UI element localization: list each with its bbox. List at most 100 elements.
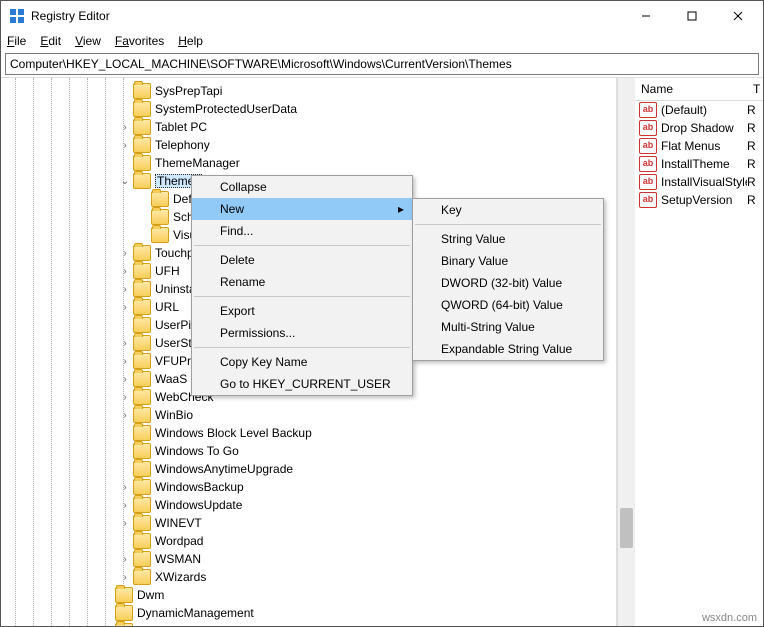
tree-item[interactable]: SystemProtectedUserData	[119, 100, 616, 118]
expand-icon[interactable]: ›	[119, 391, 131, 403]
tree-item-label[interactable]: WSMAN	[155, 552, 201, 566]
menu-item[interactable]: Export	[192, 300, 412, 322]
tree-item-label[interactable]: WindowsUpdate	[155, 498, 242, 512]
menu-item[interactable]: Go to HKEY_CURRENT_USER	[192, 373, 412, 395]
menu-item[interactable]: Multi-String Value	[413, 316, 603, 338]
maximize-button[interactable]	[669, 1, 715, 31]
address-bar[interactable]: Computer\HKEY_LOCAL_MACHINE\SOFTWARE\Mic…	[5, 53, 759, 75]
expand-icon[interactable]	[137, 211, 149, 223]
header-type[interactable]: T	[753, 82, 760, 96]
value-row[interactable]: InstallVisualStyleR	[635, 173, 763, 191]
expand-icon[interactable]: ›	[119, 337, 131, 349]
tree-item-label[interactable]: Windows Block Level Backup	[155, 426, 312, 440]
tree-item-label[interactable]: SysPrepTapi	[155, 84, 222, 98]
expand-icon[interactable]: ›	[119, 301, 131, 313]
tree-item-label[interactable]: Windows To Go	[155, 444, 239, 458]
tree-item[interactable]: Dwm	[101, 586, 616, 604]
tree-item[interactable]: › WindowsUpdate	[119, 496, 616, 514]
expand-icon[interactable]	[119, 319, 131, 331]
tree-item-label[interactable]: DynamicManagement	[137, 606, 254, 620]
tree-item[interactable]: Wordpad	[119, 532, 616, 550]
expand-icon[interactable]	[101, 589, 113, 601]
menu-favorites[interactable]: Favorites	[115, 34, 164, 48]
tree-item[interactable]: ›XWizards	[119, 568, 616, 586]
expand-icon[interactable]: ›	[119, 553, 131, 565]
tree-item[interactable]: DynamicManagement	[101, 604, 616, 622]
tree-item[interactable]: › Tablet PC	[119, 118, 616, 136]
expand-icon[interactable]: ⌄	[119, 175, 131, 187]
menu-item[interactable]: Collapse	[192, 176, 412, 198]
value-row[interactable]: InstallThemeR	[635, 155, 763, 173]
tree-item[interactable]: Windows Block Level Backup	[119, 424, 616, 442]
expand-icon[interactable]: ›	[119, 247, 131, 259]
tree-item[interactable]: WindowsAnytimeUpgrade	[119, 460, 616, 478]
menu-item[interactable]: Rename	[192, 271, 412, 293]
menu-item[interactable]: DWORD (32-bit) Value	[413, 272, 603, 294]
expand-icon[interactable]: ›	[119, 499, 131, 511]
menu-view[interactable]: View	[75, 34, 101, 48]
menu-item[interactable]: QWORD (64-bit) Value	[413, 294, 603, 316]
close-button[interactable]	[715, 1, 761, 31]
expand-icon[interactable]: ›	[119, 139, 131, 151]
value-row[interactable]: SetupVersionR	[635, 191, 763, 209]
expand-icon[interactable]	[119, 427, 131, 439]
value-row[interactable]: Flat MenusR	[635, 137, 763, 155]
tree-item[interactable]: › Telephony	[119, 136, 616, 154]
expand-icon[interactable]	[137, 229, 149, 241]
expand-icon[interactable]	[119, 535, 131, 547]
tree-item[interactable]: › WindowsBackup	[119, 478, 616, 496]
expand-icon[interactable]	[119, 103, 131, 115]
expand-icon[interactable]	[119, 157, 131, 169]
expand-icon[interactable]: ›	[119, 265, 131, 277]
expand-icon[interactable]: ›	[119, 121, 131, 133]
menu-help[interactable]: Help	[178, 34, 203, 48]
expand-icon[interactable]: ›	[119, 517, 131, 529]
menu-item[interactable]: Find...	[192, 220, 412, 242]
menu-item[interactable]: Permissions...	[192, 322, 412, 344]
expand-icon[interactable]	[119, 85, 131, 97]
tree-item-label[interactable]: UFH	[155, 264, 180, 278]
expand-icon[interactable]	[119, 445, 131, 457]
tree-item-label[interactable]: WindowsBackup	[155, 480, 244, 494]
expand-icon[interactable]: ›	[119, 571, 131, 583]
tree-item-label[interactable]: Dwm	[137, 588, 164, 602]
values-header[interactable]: Name T	[635, 78, 763, 101]
expand-icon[interactable]: ›	[119, 355, 131, 367]
tree-item[interactable]: › WINEVT	[119, 514, 616, 532]
tree-item-label[interactable]: WinBio	[155, 408, 193, 422]
menu-file[interactable]: File	[7, 34, 26, 48]
menu-item[interactable]: String Value	[413, 228, 603, 250]
tree-item[interactable]: SysPrepTapi	[119, 82, 616, 100]
expand-icon[interactable]	[101, 607, 113, 619]
expand-icon[interactable]: ›	[119, 373, 131, 385]
menu-item[interactable]: Expandable String Value	[413, 338, 603, 360]
scrollbar-thumb[interactable]	[620, 508, 633, 548]
tree-scrollbar[interactable]	[617, 78, 635, 626]
expand-icon[interactable]	[119, 463, 131, 475]
tree-item[interactable]: ›EnterpriseResourceManager	[101, 622, 616, 626]
tree-item[interactable]: › WinBio	[119, 406, 616, 424]
menu-item[interactable]: New▸	[192, 198, 412, 220]
tree-item-label[interactable]: WINEVT	[155, 516, 202, 530]
tree-item-label[interactable]: EnterpriseResourceManager	[137, 624, 290, 626]
expand-icon[interactable]: ›	[119, 283, 131, 295]
header-name[interactable]: Name	[635, 82, 753, 96]
tree-item-label[interactable]: URL	[155, 300, 179, 314]
value-row[interactable]: Drop ShadowR	[635, 119, 763, 137]
tree-item-label[interactable]: Telephony	[155, 138, 210, 152]
minimize-button[interactable]	[623, 1, 669, 31]
tree-item-label[interactable]: SystemProtectedUserData	[155, 102, 297, 116]
menu-edit[interactable]: Edit	[40, 34, 61, 48]
menu-item[interactable]: Delete	[192, 249, 412, 271]
tree-item-label[interactable]: ThemeManager	[155, 156, 240, 170]
tree-item[interactable]: ThemeManager	[119, 154, 616, 172]
expand-icon[interactable]: ›	[119, 481, 131, 493]
tree-item[interactable]: Windows To Go	[119, 442, 616, 460]
tree-item-label[interactable]: Tablet PC	[155, 120, 207, 134]
expand-icon[interactable]: ›	[119, 409, 131, 421]
menu-item[interactable]: Copy Key Name	[192, 351, 412, 373]
tree-item-label[interactable]: WaaS	[155, 372, 187, 386]
tree-item-label[interactable]: Wordpad	[155, 534, 203, 548]
value-row[interactable]: (Default)R	[635, 101, 763, 119]
tree-item-label[interactable]: WindowsAnytimeUpgrade	[155, 462, 293, 476]
